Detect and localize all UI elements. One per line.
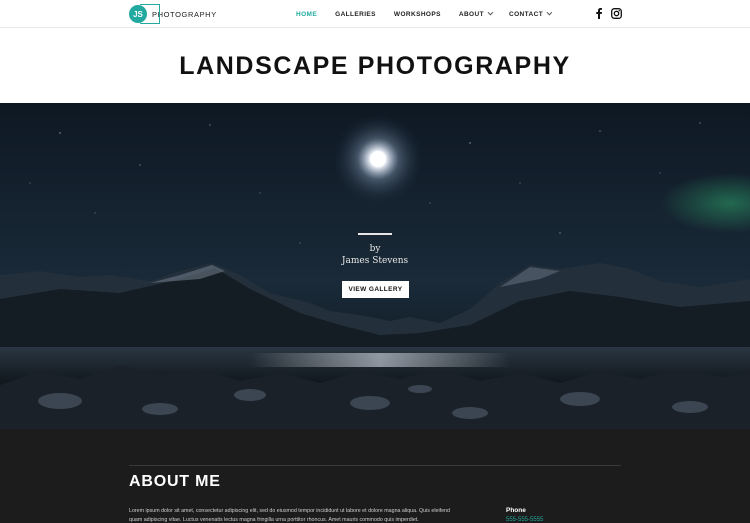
nav-item-contact[interactable]: CONTACT [508, 9, 553, 18]
hero-banner: by James Stevens VIEW GALLERY [0, 103, 750, 429]
site-header: JS PHOTOGRAPHY HOME GALLERIES WORKSHOPS … [0, 0, 750, 28]
page-title: LANDSCAPE PHOTOGRAPHY [179, 51, 571, 80]
hero-author: James Stevens [341, 256, 409, 266]
chevron-down-icon [487, 9, 494, 16]
nav-item-galleries[interactable]: GALLERIES [335, 11, 376, 18]
chevron-down-icon [546, 9, 553, 16]
logo-bracket [140, 4, 160, 24]
hero-content: by James Stevens VIEW GALLERY [0, 103, 750, 429]
nav-label-about: ABOUT [458, 10, 484, 18]
nav-label-home: HOME [296, 10, 318, 18]
nav-label-workshops: WORKSHOPS [393, 10, 441, 18]
phone-label: Phone [506, 507, 526, 514]
nav-label-contact: CONTACT [508, 10, 544, 18]
phone-value[interactable]: 555-555-5555 [506, 517, 543, 523]
main-nav: HOME GALLERIES WORKSHOPS ABOUT CONTACT [296, 0, 568, 28]
hero-byline: by [369, 244, 381, 254]
facebook-icon[interactable] [596, 8, 602, 19]
nav-item-workshops[interactable]: WORKSHOPS [394, 11, 441, 18]
about-divider [129, 465, 621, 466]
about-title: ABOUT ME [129, 473, 221, 490]
about-section: ABOUT ME Lorem ipsum dolor sit amet, con… [0, 429, 750, 523]
instagram-icon[interactable] [611, 8, 622, 19]
nav-item-about[interactable]: ABOUT [458, 9, 494, 18]
page-title-section: LANDSCAPE PHOTOGRAPHY [0, 29, 750, 103]
nav-label-galleries: GALLERIES [335, 10, 376, 18]
nav-item-home[interactable]: HOME [296, 11, 317, 18]
about-text: Lorem ipsum dolor sit amet, consectetur … [129, 508, 450, 523]
view-gallery-button[interactable]: VIEW GALLERY [342, 281, 409, 298]
social-links [596, 8, 622, 19]
logo-text: PHOTOGRAPHY [152, 9, 217, 19]
hero-divider [358, 233, 392, 235]
